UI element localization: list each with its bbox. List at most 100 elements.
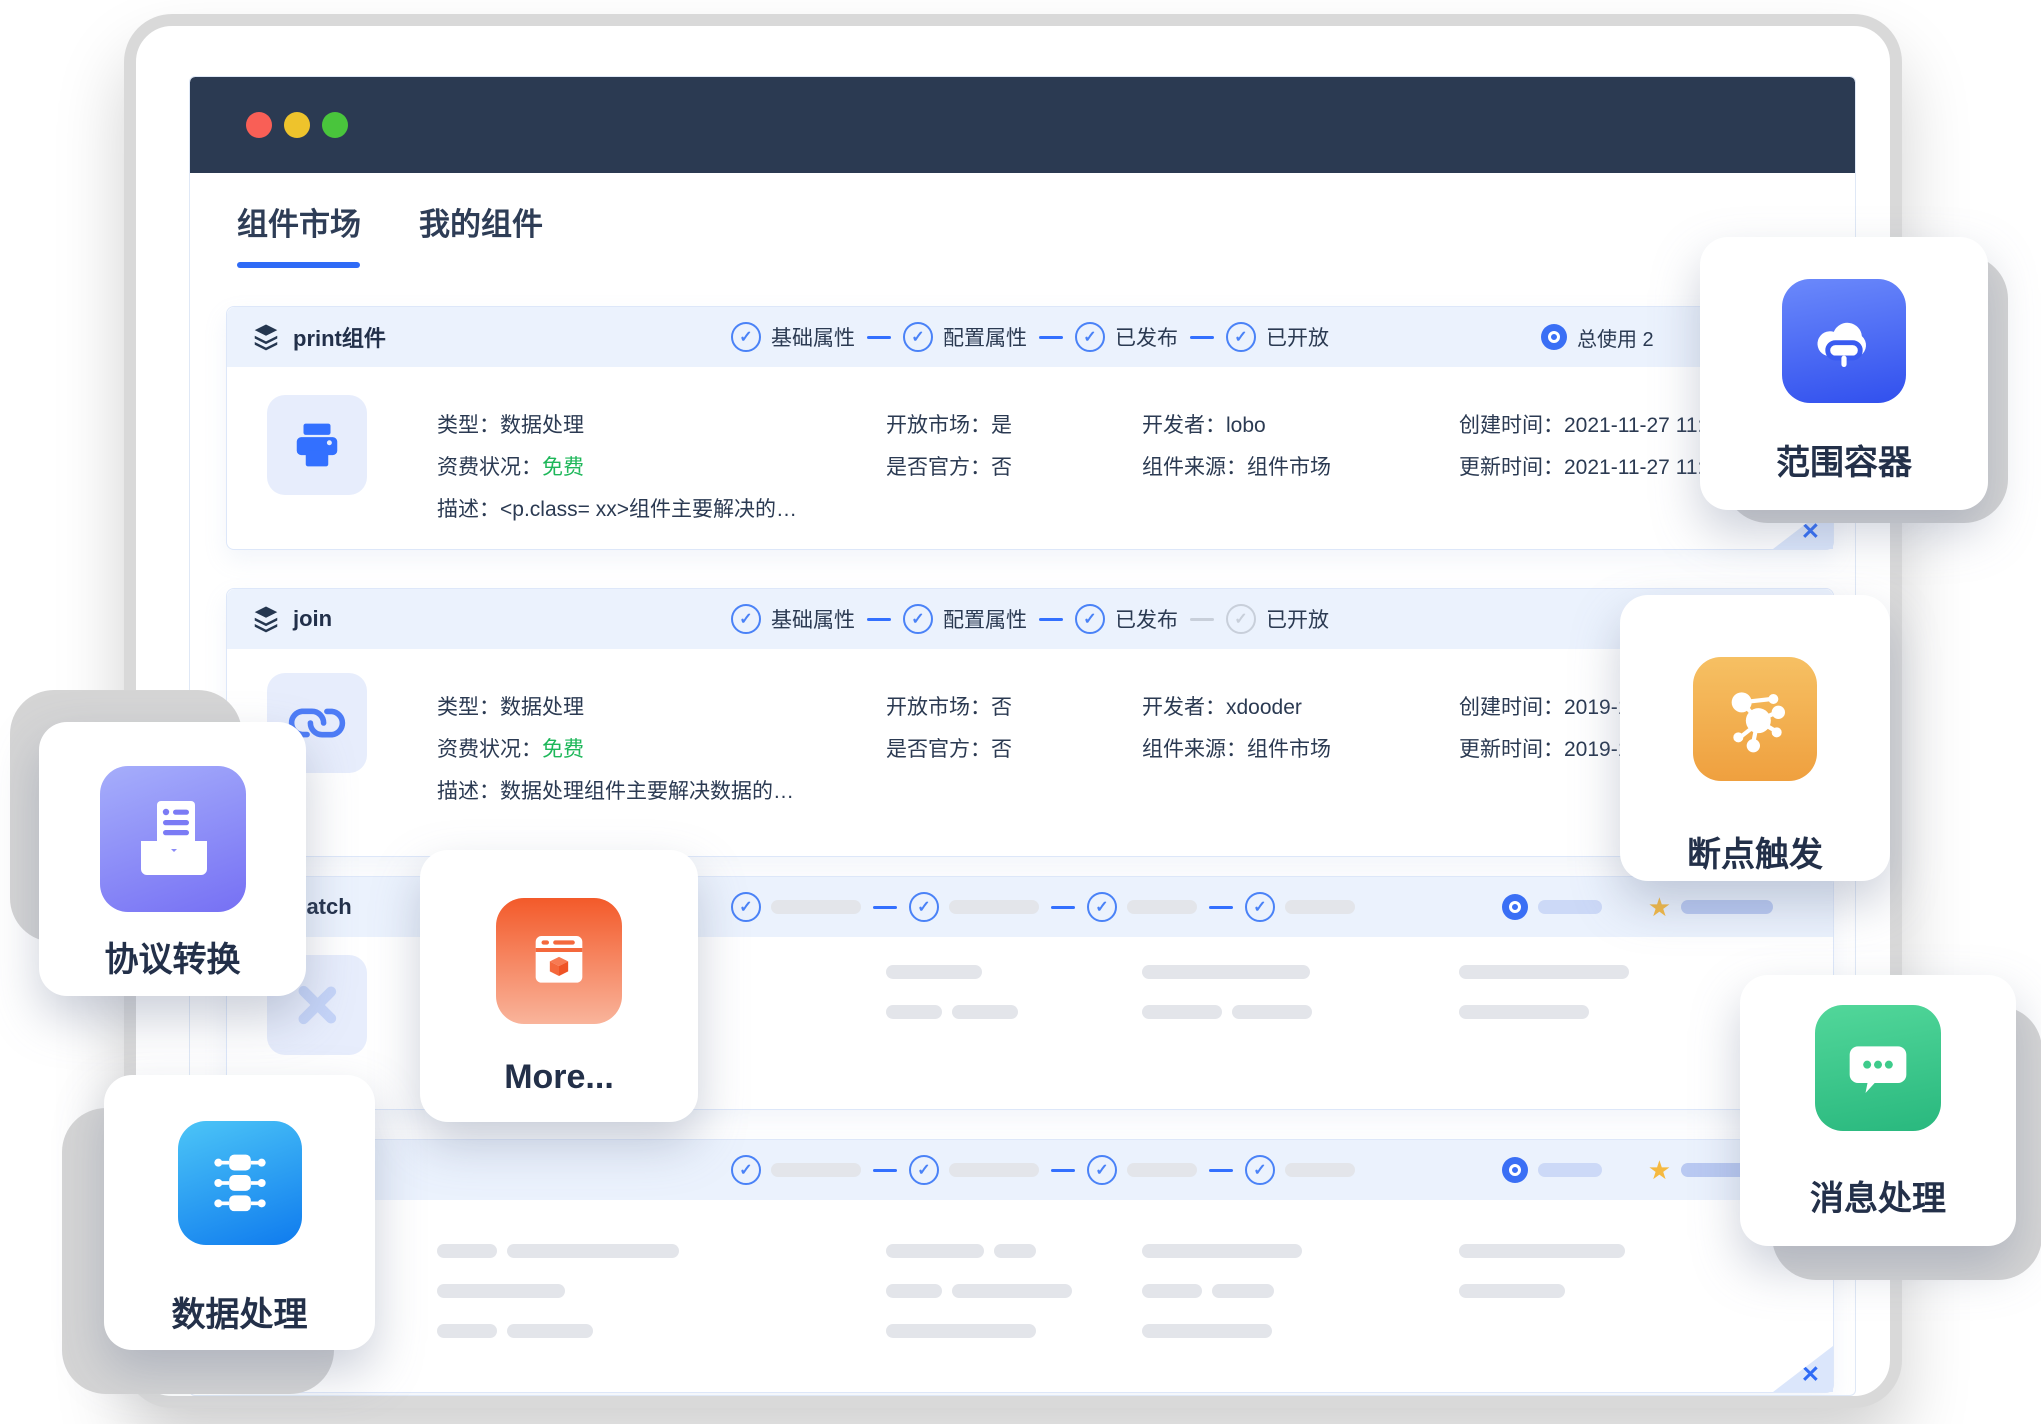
skeleton-column <box>886 965 1018 1045</box>
card-header: print组件 基础属性 配置属性 已发布 已开放 总使用 2 总评 <box>227 307 1833 367</box>
skeleton-column <box>1459 965 1629 1045</box>
eye-icon <box>1502 1157 1528 1183</box>
feature-card-protocol-conversion[interactable]: 协议转换 <box>39 722 306 996</box>
field-column: 创建时间：2021-11-27 11:2 更新时间：2021-11-27 11:… <box>1459 411 1715 495</box>
component-card-print[interactable]: print组件 基础属性 配置属性 已发布 已开放 总使用 2 总评 <box>226 306 1834 550</box>
tab-my-components[interactable]: 我的组件 <box>419 199 543 268</box>
skeleton-pill <box>1127 900 1197 914</box>
step-connector <box>1209 906 1233 909</box>
check-icon <box>731 1155 761 1185</box>
card-close-corner-button[interactable] <box>1773 1346 1833 1392</box>
step-connector <box>1209 1169 1233 1172</box>
skeleton-column <box>1142 1244 1302 1364</box>
check-icon <box>1075 322 1105 352</box>
skeleton-pill <box>771 1163 861 1177</box>
component-icon-tile <box>267 395 367 495</box>
field-desc: 描述：数据处理组件主要解决数据的… <box>437 777 794 807</box>
field-column: 类型：数据处理 资费状况：免费 描述：<p.class= xx>组件主要解决的… <box>437 411 797 537</box>
feature-card-breakpoint-trigger[interactable]: 断点触发 <box>1620 595 1890 881</box>
check-icon <box>1075 604 1105 634</box>
skeleton-pill <box>771 900 861 914</box>
close-window-button[interactable] <box>246 112 272 138</box>
skeleton-pill <box>1681 900 1773 914</box>
step-label: 基础属性 <box>771 604 855 634</box>
feature-card-data-processing[interactable]: 数据处理 <box>104 1075 375 1350</box>
field-column: 创建时间：2019-1 更新时间：2019-1 <box>1459 693 1629 777</box>
skeleton-pill <box>1127 1163 1197 1177</box>
component-card-join[interactable]: join 基础属性 配置属性 已发布 已开放 总使用 6 <box>226 588 1834 857</box>
field-column: 类型：数据处理 资费状况：免费 描述：数据处理组件主要解决数据的… <box>437 693 794 819</box>
check-icon <box>903 322 933 352</box>
usage-badge-skeleton <box>1502 894 1602 920</box>
component-title: join <box>293 606 332 632</box>
usage-badge-skeleton <box>1502 1157 1602 1183</box>
feature-card-more[interactable]: More... <box>420 850 698 1122</box>
skeleton-pill <box>1538 900 1602 914</box>
step-label: 配置属性 <box>943 604 1027 634</box>
maximize-window-button[interactable] <box>322 112 348 138</box>
browser-cube-icon <box>496 898 622 1024</box>
protocol-doc-icon <box>100 766 246 912</box>
data-nodes-icon <box>178 1121 302 1245</box>
step-label: 配置属性 <box>943 322 1027 352</box>
layers-icon <box>251 322 281 352</box>
traffic-lights <box>246 112 348 138</box>
skeleton-column <box>1142 965 1312 1045</box>
field-column: 开放市场：是 是否官方：否 <box>886 411 1012 495</box>
status-steps: 基础属性 配置属性 已发布 已开放 <box>731 307 1329 367</box>
status-steps-skeleton <box>731 877 1355 937</box>
check-icon <box>731 604 761 634</box>
molecule-icon <box>1693 657 1817 781</box>
feature-card-label: 范围容器 <box>1700 435 1988 484</box>
step-label: 已开放 <box>1266 322 1329 352</box>
check-icon <box>903 604 933 634</box>
field-source: 组件来源：组件市场 <box>1142 735 1331 765</box>
skeleton-pill <box>1285 900 1355 914</box>
skeleton-pill <box>949 1163 1039 1177</box>
feature-card-message-processing[interactable]: 消息处理 <box>1740 975 2016 1246</box>
layers-icon <box>251 604 281 634</box>
component-card-skeleton[interactable] <box>226 1139 1834 1393</box>
feature-card-range-container[interactable]: 范围容器 <box>1700 237 1988 510</box>
step-connector <box>1039 336 1063 339</box>
component-title: print组件 <box>293 321 386 353</box>
feature-card-label: 协议转换 <box>39 932 306 981</box>
step-label: 已开放 <box>1266 604 1329 634</box>
field-type: 类型：数据处理 <box>437 411 797 441</box>
skeleton-column <box>886 1244 1072 1364</box>
check-icon <box>1245 1155 1275 1185</box>
field-open-market: 开放市场：是 <box>886 411 1012 441</box>
browser-window: 组件市场 我的组件 print组件 基础属性 配置属性 已发 <box>189 76 1856 1396</box>
check-icon <box>1087 892 1117 922</box>
field-column: 开发者：xdooder 组件来源：组件市场 <box>1142 693 1331 777</box>
rating-badge-skeleton <box>1648 894 1773 920</box>
step-connector <box>1039 618 1063 621</box>
skeleton-column <box>1459 1244 1625 1324</box>
status-steps-skeleton <box>731 1140 1355 1200</box>
field-developer: 开发者：xdooder <box>1142 693 1331 723</box>
step-connector <box>867 336 891 339</box>
usage-badge: 总使用 2 <box>1541 323 1654 352</box>
field-updated: 更新时间：2019-1 <box>1459 735 1629 765</box>
field-fee: 资费状况：免费 <box>437 453 797 483</box>
check-icon <box>731 322 761 352</box>
field-open-market: 开放市场：否 <box>886 693 1012 723</box>
card-header: join 基础属性 配置属性 已发布 已开放 总使用 6 <box>227 589 1833 649</box>
skeleton-pill <box>949 900 1039 914</box>
eye-icon <box>1502 894 1528 920</box>
check-icon <box>1226 322 1256 352</box>
step-connector <box>1051 906 1075 909</box>
status-steps: 基础属性 配置属性 已发布 已开放 <box>731 589 1329 649</box>
step-connector <box>873 1169 897 1172</box>
printer-icon <box>290 418 344 472</box>
step-connector <box>1190 336 1214 339</box>
field-fee: 资费状况：免费 <box>437 735 794 765</box>
tab-component-market[interactable]: 组件市场 <box>237 199 361 268</box>
check-icon <box>909 892 939 922</box>
step-label: 已发布 <box>1115 322 1178 352</box>
minimize-window-button[interactable] <box>284 112 310 138</box>
check-icon <box>731 892 761 922</box>
feature-card-label: 数据处理 <box>104 1287 375 1336</box>
step-connector <box>1051 1169 1075 1172</box>
tab-label: 组件市场 <box>237 199 361 244</box>
